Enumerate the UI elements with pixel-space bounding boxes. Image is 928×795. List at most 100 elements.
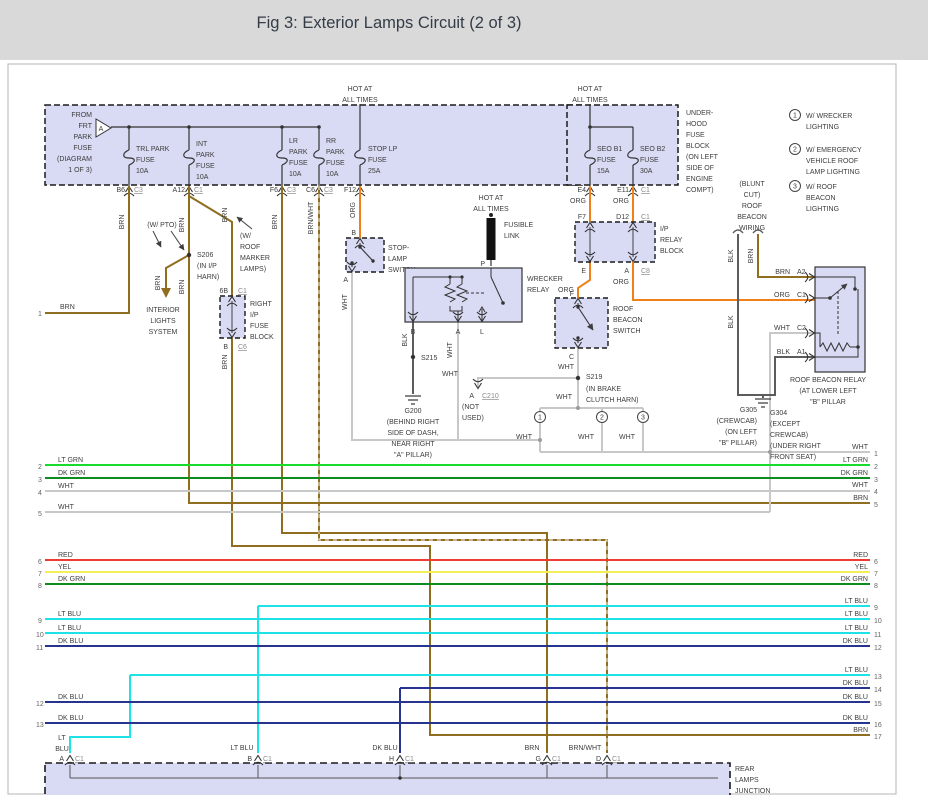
rowL4-n: 4 [38,490,42,497]
rowR11-n: 11 [874,632,881,639]
wire-label-wht-d1: WHT [516,434,533,441]
pin-a12: A12 [173,187,186,194]
rowR1-c: WHT [852,444,869,451]
pin-f6: F6 [270,187,278,194]
rowL8-n: 8 [38,583,42,590]
pin-b-stoplamp: B [351,230,356,237]
conn-c1-3: C1 [238,288,247,295]
rowL4-c: WHT [58,483,75,490]
pin-d-rear: D [596,756,601,763]
rot-blk-2: BLK [728,249,735,263]
rot-brn-4: BRN [155,276,162,291]
rowR9-n: 9 [874,605,878,612]
rot-brn-2: BRN [179,218,186,233]
pin-c2: C2 [797,325,806,332]
conn-c3-1: C3 [134,187,143,194]
rowR8-n: 8 [874,583,878,590]
pin-h-rear: H [389,756,394,763]
conn-c3-2: C3 [287,187,296,194]
rowR1-n: 1 [874,451,878,458]
pin-a2: A2 [797,269,806,276]
rot-brn-1: BRN [119,215,126,230]
rowR17-c: BRN [853,727,868,734]
rowR14-n: 14 [874,687,882,694]
rowR4-c: WHT [852,482,869,489]
rot-brn-5: BRN [222,208,229,223]
option-2-marker: 2 [600,415,604,422]
pin-a-c210: A [469,393,474,400]
rowL2-c: LT GRN [58,457,83,464]
rowL11-n: 11 [36,645,43,652]
s215-dot [411,355,415,359]
wire-label-org-a: ORG [613,279,629,286]
pin-a-relay: A [456,329,461,336]
conn-c1-h: C1 [405,756,414,763]
rowR5-n: 5 [874,502,878,509]
pin-b-relay: B [411,329,416,336]
pin-c1-relay: C1 [797,292,806,299]
rowR16-c: DK BLU [843,715,868,722]
legend-2-text: W/ EMERGENCYVEHICLE ROOFLAMP LIGHTING [806,147,862,176]
legend-2-num: 2 [793,147,797,154]
bottom-wire-brn-g: BRN [525,745,540,752]
wiring-diagram-page: Fig 3: Exterior Lamps Circuit (2 of 3) F… [0,0,928,795]
conn-c3-3: C3 [324,187,333,194]
rot-brn-3: BRN [179,280,186,295]
rowL7-c: YEL [58,564,71,571]
wire-label-wht-d2: WHT [578,434,595,441]
wire-label-wht-c: WHT [558,364,575,371]
wire-label-wht-c210: WHT [442,371,459,378]
conn-c1-d: C1 [612,756,621,763]
rot-blk-1: BLK [402,333,409,347]
rowL11-c: DK BLU [58,638,83,645]
s219-dot [576,376,580,380]
conn-c1-b: C1 [263,756,272,763]
pin-e4: E4 [577,187,586,194]
s206-dot [187,253,191,257]
s219-label: S219 [586,374,602,381]
rot-brn-6: BRN [222,355,229,370]
rot-wht-2: WHT [447,341,454,358]
conn-c1-2: C1 [641,187,650,194]
wire-label-org-c1: ORG [774,292,790,299]
pin-a-iprelay: A [624,268,629,275]
legend-3-text: W/ ROOFBEACONLIGHTING [806,184,839,213]
rowL3-n: 3 [38,477,42,484]
pin-f7: F7 [578,214,586,221]
rot-brnwht: BRN/WHT [308,201,315,234]
bottom-wire-brnwht-d: BRN/WHT [569,745,602,752]
rowL12-n: 12 [36,701,44,708]
pin-c-switch: C [569,354,574,361]
legend-1-num: 1 [793,113,797,120]
rowR8-c: DK GRN [841,576,868,583]
rowL13-c: DK BLU [58,715,83,722]
triangle-a-letter: A [99,126,104,133]
rowL6-n: 6 [38,559,42,566]
rowR12-c: DK BLU [843,638,868,645]
bottom-wire-lt-blu-b: LT BLU [230,745,253,752]
pin-p: P [480,261,485,268]
wrecker-relay-box [405,268,522,322]
rowL5-n: 5 [38,511,42,518]
rowL9-c: LT BLU [58,611,81,618]
rowL1-c: BRN [60,304,75,311]
fusible-link-symbol [487,218,496,260]
pin-g-rear: G [536,756,541,763]
rowL7-n: 7 [38,571,42,578]
rowL1-n: 1 [38,311,42,318]
rot-brn-7: BRN [272,215,279,230]
legend-3-num: 3 [793,184,797,191]
rot-wht-1: WHT [342,293,349,310]
rowR11-c: LT BLU [845,625,868,632]
wire-label-wht-s219: WHT [556,394,573,401]
conn-c1-4: C1 [641,214,650,221]
pin-e: E [581,268,586,275]
wire-label-wht-d3: WHT [619,434,636,441]
pin-b-rear: B [247,756,252,763]
rowR6-n: 6 [874,559,878,566]
circuit-diagram: FROMFRTPARKFUSE(DIAGRAM1 OF 3) A [0,0,928,795]
rowR16-n: 16 [874,722,882,729]
rowR2-n: 2 [874,464,878,471]
pin-b-ipfb: B [223,344,228,351]
wire-label-org-e11: ORG [613,198,629,205]
